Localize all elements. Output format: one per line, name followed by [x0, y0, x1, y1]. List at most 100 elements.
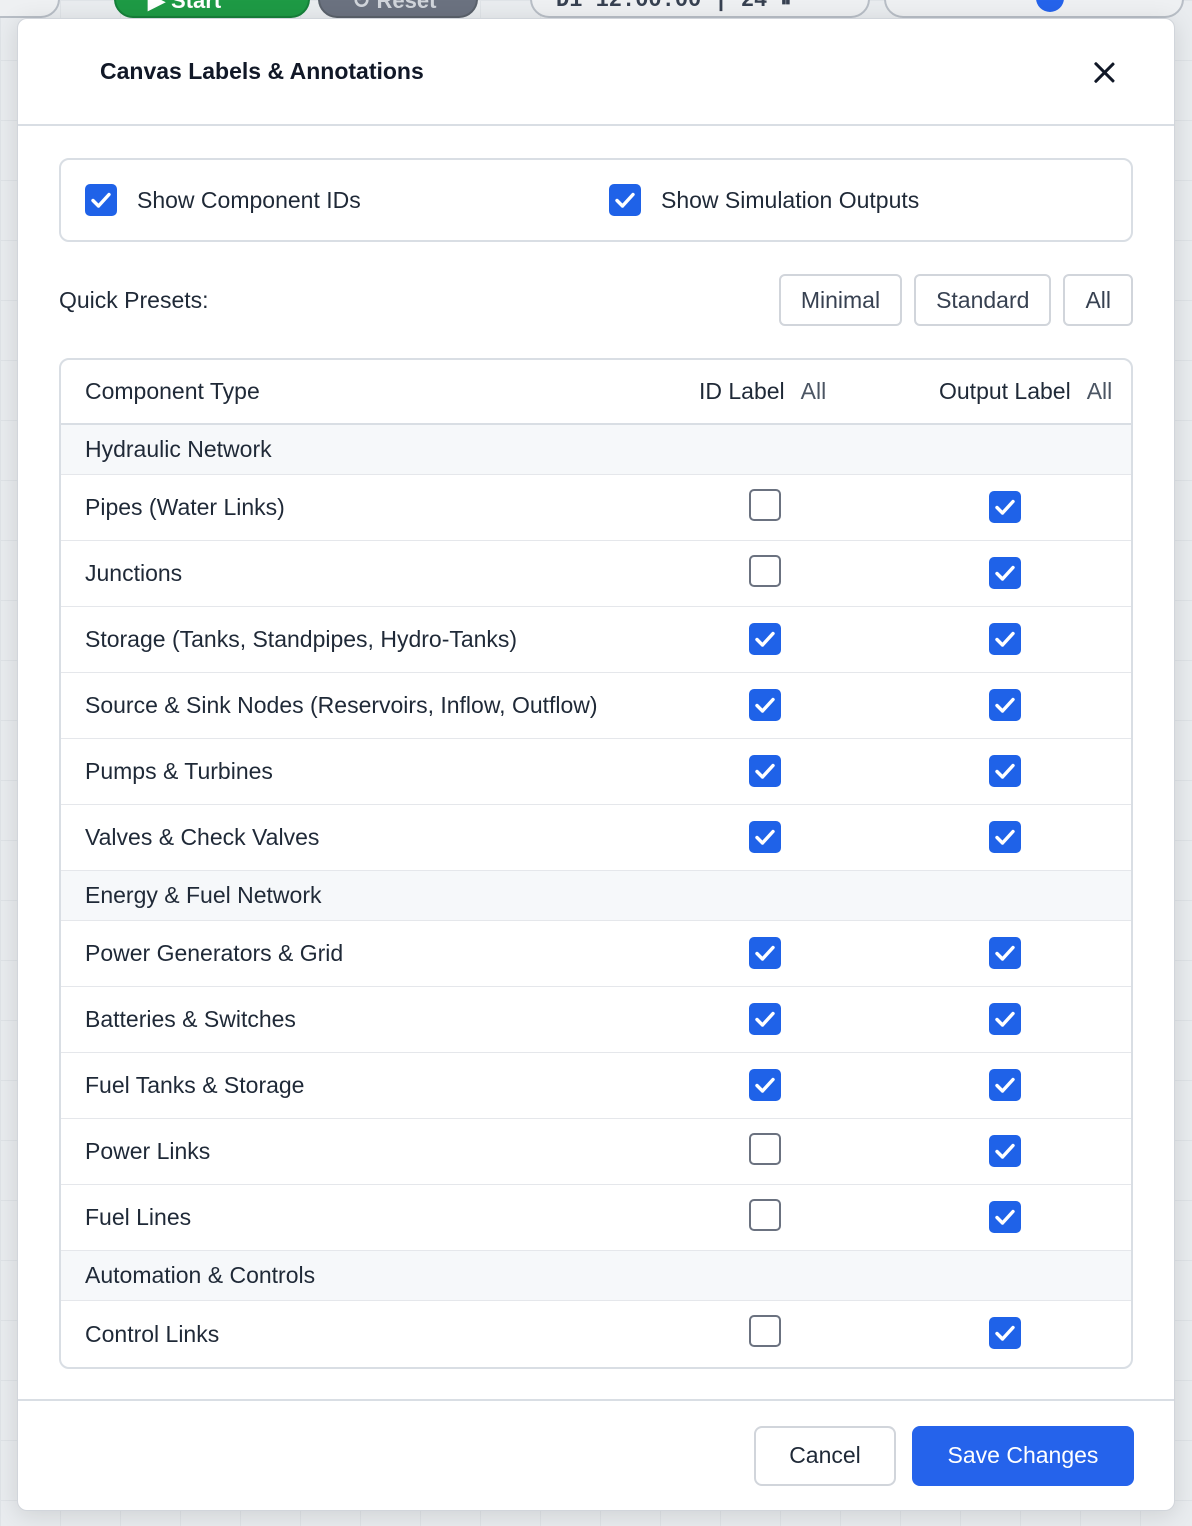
output-label-cell: [989, 936, 1021, 971]
output-label-cell: [989, 490, 1021, 525]
checkmark-icon: [995, 1077, 1015, 1093]
save-changes-button[interactable]: Save Changes: [912, 1425, 1134, 1486]
component-type-label: Source & Sink Nodes (Reservoirs, Inflow,…: [85, 692, 598, 718]
cancel-button[interactable]: Cancel: [754, 1425, 896, 1486]
output-label-cell: [989, 1134, 1021, 1169]
id-label-cell: [749, 688, 989, 723]
output-label-checkbox[interactable]: [989, 1200, 1021, 1233]
id-label-checkbox[interactable]: [749, 820, 781, 853]
checkmark-icon: [995, 829, 1015, 845]
show-outputs-checkbox[interactable]: [609, 184, 641, 216]
show-outputs-toggle[interactable]: Show Simulation Outputs: [609, 184, 919, 216]
checkmark-icon: [995, 631, 1015, 647]
output-label-checkbox[interactable]: [989, 556, 1021, 589]
col-output-label-text: Output Label: [939, 378, 1071, 404]
component-type-label: Fuel Lines: [85, 1204, 192, 1230]
show-ids-label: Show Component IDs: [137, 186, 361, 213]
id-label-cell: [749, 936, 989, 971]
output-label-cell: [989, 1200, 1021, 1235]
output-label-cell: [989, 754, 1021, 789]
dialog-header: Canvas Labels & Annotations: [18, 19, 1174, 126]
preset-standard-button[interactable]: Standard: [914, 274, 1052, 326]
checkmark-icon: [995, 763, 1015, 779]
component-type-label: Batteries & Switches: [85, 1006, 296, 1032]
table-row: Power Links: [61, 1119, 1131, 1185]
close-icon[interactable]: [1090, 58, 1118, 86]
id-label-cell: [749, 1002, 989, 1037]
table-row: Pipes (Water Links): [61, 475, 1131, 541]
id-label-checkbox[interactable]: [749, 936, 781, 969]
output-label-checkbox[interactable]: [989, 688, 1021, 721]
id-label-checkbox[interactable]: [749, 1315, 781, 1347]
dialog-body: Show Component IDs Show Simulation Outpu…: [18, 126, 1174, 1369]
preset-minimal-button[interactable]: Minimal: [778, 274, 903, 326]
table-rows: Hydraulic Network Pipes (Water Links) Junc…: [61, 425, 1131, 1367]
output-label-checkbox[interactable]: [989, 1317, 1021, 1349]
output-label-checkbox[interactable]: [989, 936, 1021, 969]
col-id-label: ID Label All: [697, 378, 923, 405]
reset-button: ↻ Reset: [318, 0, 478, 18]
checkmark-icon: [755, 945, 775, 961]
preset-all-button[interactable]: All: [1063, 274, 1133, 326]
table-row: Storage (Tanks, Standpipes, Hydro-Tanks): [61, 607, 1131, 673]
id-label-checkbox[interactable]: [749, 754, 781, 787]
id-label-checkbox[interactable]: [749, 488, 781, 521]
id-label-checkbox[interactable]: [749, 622, 781, 655]
checkmark-icon: [755, 763, 775, 779]
output-label-checkbox[interactable]: [989, 1068, 1021, 1101]
output-label-checkbox[interactable]: [989, 754, 1021, 787]
group-name: Energy & Fuel Network: [85, 882, 322, 908]
background-toolbar: ▶ Start ↻ Reset D1 12:00:00 | 24 ⏸: [0, 0, 1192, 20]
id-label-checkbox[interactable]: [749, 688, 781, 721]
component-type-label: Pumps & Turbines: [85, 758, 273, 784]
output-label-checkbox[interactable]: [989, 820, 1021, 853]
id-label-checkbox[interactable]: [749, 1068, 781, 1101]
checkmark-icon: [755, 829, 775, 845]
id-select-all-link[interactable]: All: [801, 378, 827, 405]
output-label-cell: [989, 622, 1021, 657]
table-row: Fuel Tanks & Storage: [61, 1053, 1131, 1119]
dialog-footer: Cancel Save Changes: [18, 1399, 1174, 1510]
col-id-label-text: ID Label: [699, 378, 785, 404]
output-label-cell: [989, 1068, 1021, 1103]
id-label-cell: [749, 622, 989, 657]
label-table: Component Type ID Label All Output Label…: [59, 358, 1133, 1369]
output-label-checkbox[interactable]: [989, 622, 1021, 655]
show-ids-toggle[interactable]: Show Component IDs: [85, 184, 609, 216]
checkmark-icon: [995, 499, 1015, 515]
id-label-checkbox[interactable]: [749, 1002, 781, 1035]
slider-thumb: [1036, 0, 1064, 12]
output-label-checkbox[interactable]: [989, 490, 1021, 523]
output-label-cell: [989, 556, 1021, 591]
component-type-label: Valves & Check Valves: [85, 824, 320, 850]
quick-presets: Quick Presets: Minimal Standard All: [59, 274, 1133, 326]
checkmark-icon: [995, 1209, 1015, 1225]
output-label-checkbox[interactable]: [989, 1002, 1021, 1035]
id-label-cell: [749, 488, 989, 527]
output-select-all-link[interactable]: All: [1087, 378, 1113, 405]
id-label-checkbox[interactable]: [749, 1198, 781, 1231]
id-label-checkbox[interactable]: [749, 1132, 781, 1165]
group-header-row: Automation & Controls: [61, 1251, 1131, 1301]
component-type-label: Fuel Tanks & Storage: [85, 1072, 305, 1098]
component-type-label: Power Generators & Grid: [85, 940, 344, 966]
table-row: Valves & Check Valves: [61, 805, 1131, 871]
id-label-cell: [749, 1198, 989, 1237]
table-row: Source & Sink Nodes (Reservoirs, Inflow,…: [61, 673, 1131, 739]
id-label-checkbox[interactable]: [749, 554, 781, 587]
global-toggles: Show Component IDs Show Simulation Outpu…: [59, 158, 1133, 242]
table-row: Power Generators & Grid: [61, 921, 1131, 987]
output-label-cell: [989, 820, 1021, 855]
checkmark-icon: [615, 192, 635, 208]
dialog-title: Canvas Labels & Annotations: [100, 58, 424, 84]
group-header-row: Hydraulic Network: [61, 425, 1131, 475]
show-ids-checkbox[interactable]: [85, 184, 117, 216]
checkmark-icon: [755, 697, 775, 713]
output-label-checkbox[interactable]: [989, 1134, 1021, 1167]
checkmark-icon: [755, 631, 775, 647]
col-output-label: Output Label All: [923, 378, 1112, 405]
col-component-type: Component Type: [85, 378, 260, 404]
background-control: [0, 0, 60, 18]
group-name: Automation & Controls: [85, 1262, 316, 1288]
table-row: Batteries & Switches: [61, 987, 1131, 1053]
